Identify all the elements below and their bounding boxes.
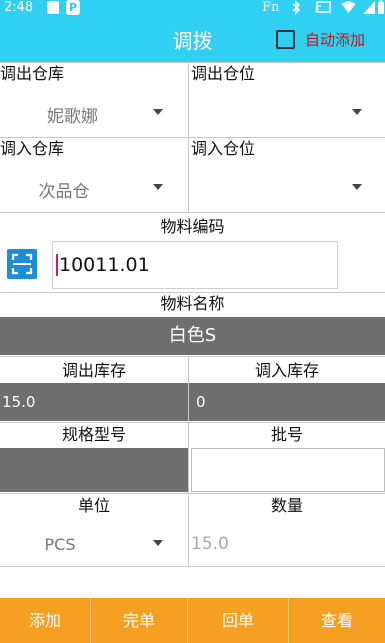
auto-add-label: 自动添加 xyxy=(305,31,366,49)
spec-value xyxy=(0,448,188,492)
out-warehouse-value: 妮歌娜 xyxy=(47,107,98,127)
in-stock-value: 0 xyxy=(189,383,385,421)
status-time: 2:48 xyxy=(4,0,34,15)
divider xyxy=(0,212,385,213)
unit-spinner[interactable]: PCS xyxy=(0,523,188,566)
signal-icon xyxy=(363,1,375,14)
checkbox-box-icon[interactable] xyxy=(276,30,295,49)
out-warehouse-spinner[interactable]: 妮歌娜 xyxy=(0,88,188,136)
qty-label: 数量 xyxy=(270,496,303,515)
fn-indicator: Fn xyxy=(262,0,280,15)
complete-button[interactable]: 完单 xyxy=(91,598,187,643)
in-warehouse-spinner[interactable]: 次品仓 xyxy=(0,163,188,211)
in-location-spinner[interactable] xyxy=(189,163,385,211)
return-button[interactable]: 回单 xyxy=(188,598,288,643)
in-location-label: 调入仓位 xyxy=(191,139,256,158)
unit-value: PCS xyxy=(44,535,76,554)
unit-label: 单位 xyxy=(77,496,110,515)
notification-p-icon: P xyxy=(66,0,80,15)
battery-icon xyxy=(378,0,384,14)
out-stock-label: 调出库存 xyxy=(61,361,126,380)
in-stock-label: 调入库存 xyxy=(254,361,319,380)
spec-label: 规格型号 xyxy=(61,425,126,444)
batch-label: 批号 xyxy=(270,425,303,444)
divider xyxy=(0,566,385,567)
material-name-label: 物料名称 xyxy=(160,294,225,313)
material-name-value: 白色S xyxy=(0,317,385,355)
add-button[interactable]: 添加 xyxy=(0,598,90,643)
bluetooth-icon xyxy=(292,0,301,15)
scan-button[interactable] xyxy=(7,249,37,279)
auto-add-checkbox[interactable]: 自动添加 xyxy=(276,29,365,50)
cast-icon xyxy=(315,1,331,13)
material-code-label: 物料编码 xyxy=(160,217,225,236)
batch-input[interactable] xyxy=(191,448,385,492)
dropdown-caret-icon xyxy=(153,109,163,115)
in-warehouse-label: 调入仓库 xyxy=(0,139,65,158)
material-code-value: 10011.01 xyxy=(59,254,150,276)
divider xyxy=(0,356,385,357)
divider xyxy=(0,493,385,494)
notification-app-icon xyxy=(47,1,59,14)
dropdown-caret-icon xyxy=(352,109,362,115)
divider xyxy=(0,422,385,423)
wifi-icon xyxy=(341,1,356,13)
app-header: 2:48 P Fn 调拨 自动添加 xyxy=(0,0,385,62)
quantity-input[interactable]: 15.0 xyxy=(191,523,385,566)
scan-icon xyxy=(11,253,33,275)
out-location-label: 调出仓位 xyxy=(191,64,256,83)
out-location-spinner[interactable] xyxy=(189,88,385,136)
dropdown-caret-icon xyxy=(352,184,362,190)
in-warehouse-value: 次品仓 xyxy=(38,182,90,202)
text-cursor xyxy=(56,253,58,276)
dropdown-caret-icon xyxy=(153,184,163,190)
view-button[interactable]: 查看 xyxy=(289,598,385,643)
out-warehouse-label: 调出仓库 xyxy=(0,64,65,83)
dropdown-caret-icon xyxy=(153,540,163,546)
bottom-action-bar: 添加 完单 回单 查看 xyxy=(0,598,385,643)
out-stock-value: 15.0 xyxy=(0,383,188,421)
material-code-input[interactable]: 10011.01 xyxy=(52,241,338,289)
